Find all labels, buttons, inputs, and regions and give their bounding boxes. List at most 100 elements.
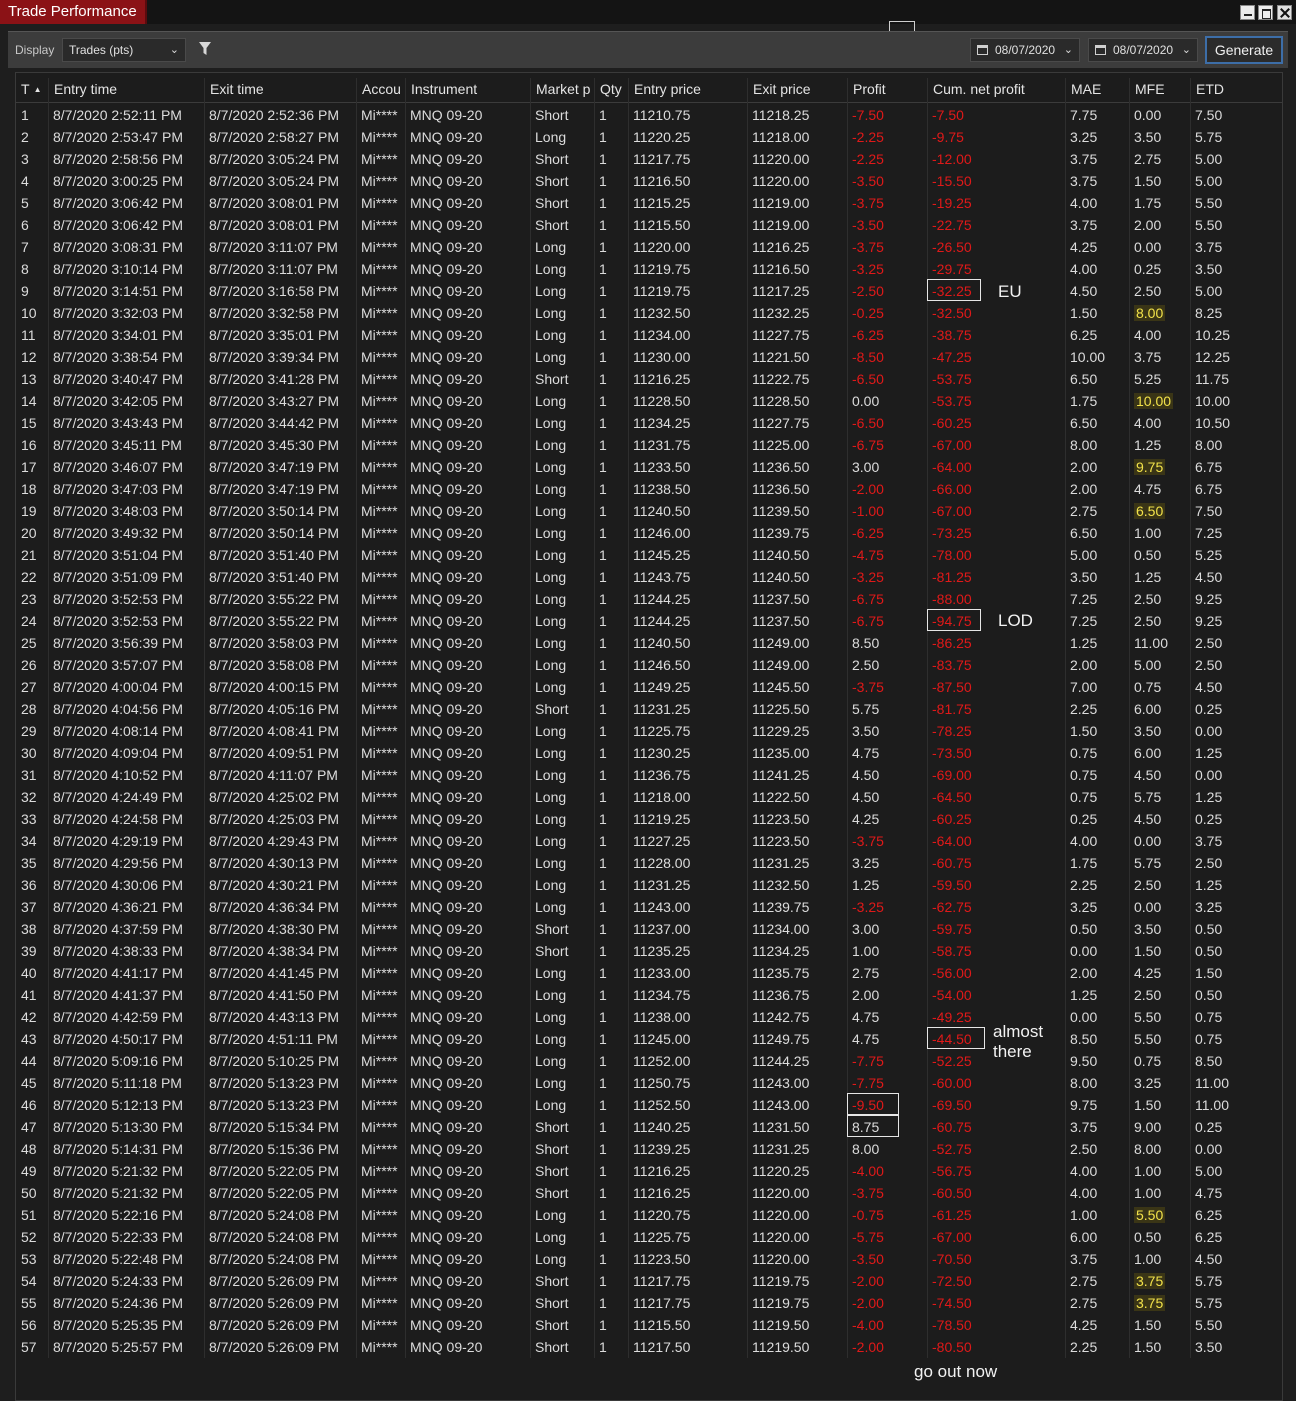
table-row[interactable]: 26 8/7/2020 3:57:07 PM 8/7/2020 3:58:08 PM…	[16, 654, 1282, 676]
table-row[interactable]: 55 8/7/2020 5:24:36 PM 8/7/2020 5:26:09 PM…	[16, 1292, 1282, 1314]
cell-value: 8/7/2020 5:21:32 PM	[53, 1163, 183, 1179]
cell-mfe: 9.00	[1129, 1116, 1190, 1138]
table-row[interactable]: 44 8/7/2020 5:09:16 PM 8/7/2020 5:10:25 PM…	[16, 1050, 1282, 1072]
cell-value: Long	[535, 261, 567, 277]
cell-value: 8/7/2020 3:38:54 PM	[53, 349, 183, 365]
table-row[interactable]: 46 8/7/2020 5:12:13 PM 8/7/2020 5:13:23 PM…	[16, 1094, 1282, 1116]
table-row[interactable]: 34 8/7/2020 4:29:19 PM 8/7/2020 4:29:43 PM…	[16, 830, 1282, 852]
table-row[interactable]: 33 8/7/2020 4:24:58 PM 8/7/2020 4:25:03 PM…	[16, 808, 1282, 830]
table-row[interactable]: 32 8/7/2020 4:24:49 PM 8/7/2020 4:25:02 PM…	[16, 786, 1282, 808]
table-row[interactable]: 20 8/7/2020 3:49:32 PM 8/7/2020 3:50:14 PM…	[16, 522, 1282, 544]
filter-icon[interactable]	[198, 41, 212, 57]
table-row[interactable]: 41 8/7/2020 4:41:37 PM 8/7/2020 4:41:50 PM…	[16, 984, 1282, 1006]
table-row[interactable]: 49 8/7/2020 5:21:32 PM 8/7/2020 5:22:05 PM…	[16, 1160, 1282, 1182]
table-row[interactable]: 40 8/7/2020 4:41:17 PM 8/7/2020 4:41:45 PM…	[16, 962, 1282, 984]
table-row[interactable]: 19 8/7/2020 3:48:03 PM 8/7/2020 3:50:14 PM…	[16, 500, 1282, 522]
table-row[interactable]: 53 8/7/2020 5:22:48 PM 8/7/2020 5:24:08 PM…	[16, 1248, 1282, 1270]
cell-mae: 2.50	[1065, 1138, 1129, 1160]
column-header-entry-price[interactable]: Entry price	[628, 80, 747, 102]
column-header-profit[interactable]: Profit	[847, 80, 927, 102]
table-row[interactable]: 3 8/7/2020 2:58:56 PM 8/7/2020 3:05:24 PM M…	[16, 148, 1282, 170]
close-icon[interactable]	[1277, 5, 1292, 20]
cell-value: Long	[535, 283, 567, 299]
cell-value: 4.00	[1070, 1163, 1098, 1179]
generate-button[interactable]: Generate	[1205, 36, 1283, 64]
table-row[interactable]: 7 8/7/2020 3:08:31 PM 8/7/2020 3:11:07 PM M…	[16, 236, 1282, 258]
column-header-entry-time[interactable]: Entry time	[48, 80, 204, 102]
table-row[interactable]: 24 8/7/2020 3:52:53 PM 8/7/2020 3:55:22 PM…	[16, 610, 1282, 632]
cell-value: 11222.75	[752, 371, 810, 387]
table-row[interactable]: 23 8/7/2020 3:52:53 PM 8/7/2020 3:55:22 PM…	[16, 588, 1282, 610]
column-header-exit-price[interactable]: Exit price	[747, 80, 847, 102]
to-date-picker[interactable]: 08/07/2020 ⌄	[1088, 38, 1198, 62]
table-row[interactable]: 47 8/7/2020 5:13:30 PM 8/7/2020 5:15:34 PM…	[16, 1116, 1282, 1138]
table-row[interactable]: 16 8/7/2020 3:45:11 PM 8/7/2020 3:45:30 PM…	[16, 434, 1282, 456]
table-row[interactable]: 21 8/7/2020 3:51:04 PM 8/7/2020 3:51:40 PM…	[16, 544, 1282, 566]
column-header-etd[interactable]: ETD	[1190, 80, 1282, 102]
table-row[interactable]: 50 8/7/2020 5:21:32 PM 8/7/2020 5:22:05 PM…	[16, 1182, 1282, 1204]
table-row[interactable]: 14 8/7/2020 3:42:05 PM 8/7/2020 3:43:27 PM…	[16, 390, 1282, 412]
cell-value: Long	[535, 327, 567, 343]
table-row[interactable]: 43 8/7/2020 4:50:17 PM 8/7/2020 4:51:11 PM…	[16, 1028, 1282, 1050]
cell-value: Mi****	[361, 591, 398, 607]
column-header-trade-number[interactable]: T ▲	[16, 80, 48, 102]
table-row[interactable]: 56 8/7/2020 5:25:35 PM 8/7/2020 5:26:09 PM…	[16, 1314, 1282, 1336]
table-row[interactable]: 37 8/7/2020 4:36:21 PM 8/7/2020 4:36:34 PM…	[16, 896, 1282, 918]
table-row[interactable]: 39 8/7/2020 4:38:33 PM 8/7/2020 4:38:34 PM…	[16, 940, 1282, 962]
table-row[interactable]: 9 8/7/2020 3:14:51 PM 8/7/2020 3:16:58 PM M…	[16, 280, 1282, 302]
table-row[interactable]: 15 8/7/2020 3:43:43 PM 8/7/2020 3:44:42 PM…	[16, 412, 1282, 434]
display-select[interactable]: Trades (pts) ⌄	[62, 38, 186, 62]
table-row[interactable]: 31 8/7/2020 4:10:52 PM 8/7/2020 4:11:07 PM…	[16, 764, 1282, 786]
cell-value: 11220.00	[752, 1207, 810, 1223]
cell-exit-time: 8/7/2020 5:10:25 PM	[204, 1050, 356, 1072]
table-row[interactable]: 22 8/7/2020 3:51:09 PM 8/7/2020 3:51:40 PM…	[16, 566, 1282, 588]
column-header-mfe[interactable]: MFE	[1129, 80, 1190, 102]
table-row[interactable]: 27 8/7/2020 4:00:04 PM 8/7/2020 4:00:15 PM…	[16, 676, 1282, 698]
cell-value: Long	[535, 591, 567, 607]
table-row[interactable]: 28 8/7/2020 4:04:56 PM 8/7/2020 4:05:16 PM…	[16, 698, 1282, 720]
table-row[interactable]: 2 8/7/2020 2:53:47 PM 8/7/2020 2:58:27 PM M…	[16, 126, 1282, 148]
cell-value: Mi****	[361, 1251, 398, 1267]
table-row[interactable]: 13 8/7/2020 3:40:47 PM 8/7/2020 3:41:28 PM…	[16, 368, 1282, 390]
maximize-icon[interactable]	[1258, 5, 1273, 20]
column-header-mae[interactable]: MAE	[1065, 80, 1129, 102]
table-row[interactable]: 25 8/7/2020 3:56:39 PM 8/7/2020 3:58:03 PM…	[16, 632, 1282, 654]
minimize-icon[interactable]	[1240, 5, 1255, 20]
cell-value: 8/7/2020 3:16:58 PM	[209, 283, 339, 299]
table-row[interactable]: 17 8/7/2020 3:46:07 PM 8/7/2020 3:47:19 PM…	[16, 456, 1282, 478]
table-row[interactable]: 45 8/7/2020 5:11:18 PM 8/7/2020 5:13:23 PM…	[16, 1072, 1282, 1094]
table-row[interactable]: 38 8/7/2020 4:37:59 PM 8/7/2020 4:38:30 PM…	[16, 918, 1282, 940]
table-row[interactable]: 30 8/7/2020 4:09:04 PM 8/7/2020 4:09:51 PM…	[16, 742, 1282, 764]
table-row[interactable]: 11 8/7/2020 3:34:01 PM 8/7/2020 3:35:01 PM…	[16, 324, 1282, 346]
table-row[interactable]: 6 8/7/2020 3:06:42 PM 8/7/2020 3:08:01 PM M…	[16, 214, 1282, 236]
table-row[interactable]: 4 8/7/2020 3:00:25 PM 8/7/2020 3:05:24 PM M…	[16, 170, 1282, 192]
column-header-account[interactable]: Accou	[356, 80, 405, 102]
from-date-picker[interactable]: 08/07/2020 ⌄	[970, 38, 1080, 62]
cell-profit: -3.50	[847, 214, 927, 236]
column-header-quantity[interactable]: Qty	[594, 80, 628, 102]
table-row[interactable]: 18 8/7/2020 3:47:03 PM 8/7/2020 3:47:19 PM…	[16, 478, 1282, 500]
table-row[interactable]: 52 8/7/2020 5:22:33 PM 8/7/2020 5:24:08 PM…	[16, 1226, 1282, 1248]
column-header-exit-time[interactable]: Exit time	[204, 80, 356, 102]
cell-cum-net-profit: -59.75	[927, 918, 1065, 940]
table-row[interactable]: 10 8/7/2020 3:32:03 PM 8/7/2020 3:32:58 PM…	[16, 302, 1282, 324]
table-row[interactable]: 51 8/7/2020 5:22:16 PM 8/7/2020 5:24:08 PM…	[16, 1204, 1282, 1226]
column-header-instrument[interactable]: Instrument	[405, 80, 530, 102]
cell-value: 8/7/2020 4:38:33 PM	[53, 943, 183, 959]
table-row[interactable]: 35 8/7/2020 4:29:56 PM 8/7/2020 4:30:13 PM…	[16, 852, 1282, 874]
table-row[interactable]: 36 8/7/2020 4:30:06 PM 8/7/2020 4:30:21 PM…	[16, 874, 1282, 896]
table-row[interactable]: 57 8/7/2020 5:25:57 PM 8/7/2020 5:26:09 PM…	[16, 1336, 1282, 1358]
column-header-cum-net-profit[interactable]: Cum. net profit	[927, 80, 1065, 102]
cell-value: Short	[535, 1339, 569, 1355]
table-row[interactable]: 5 8/7/2020 3:06:42 PM 8/7/2020 3:08:01 PM M…	[16, 192, 1282, 214]
table-row[interactable]: 48 8/7/2020 5:14:31 PM 8/7/2020 5:15:36 PM…	[16, 1138, 1282, 1160]
table-row[interactable]: 8 8/7/2020 3:10:14 PM 8/7/2020 3:11:07 PM M…	[16, 258, 1282, 280]
cell-market-position: Short	[530, 1270, 594, 1292]
column-header-market-position[interactable]: Market p	[530, 80, 594, 102]
table-row[interactable]: 12 8/7/2020 3:38:54 PM 8/7/2020 3:39:34 PM…	[16, 346, 1282, 368]
table-row[interactable]: 1 8/7/2020 2:52:11 PM 8/7/2020 2:52:36 PM M…	[16, 104, 1282, 126]
cell-entry-price: 11238.00	[628, 1006, 747, 1028]
table-row[interactable]: 42 8/7/2020 4:42:59 PM 8/7/2020 4:43:13 PM…	[16, 1006, 1282, 1028]
table-row[interactable]: 54 8/7/2020 5:24:33 PM 8/7/2020 5:26:09 PM…	[16, 1270, 1282, 1292]
table-row[interactable]: 29 8/7/2020 4:08:14 PM 8/7/2020 4:08:41 PM…	[16, 720, 1282, 742]
